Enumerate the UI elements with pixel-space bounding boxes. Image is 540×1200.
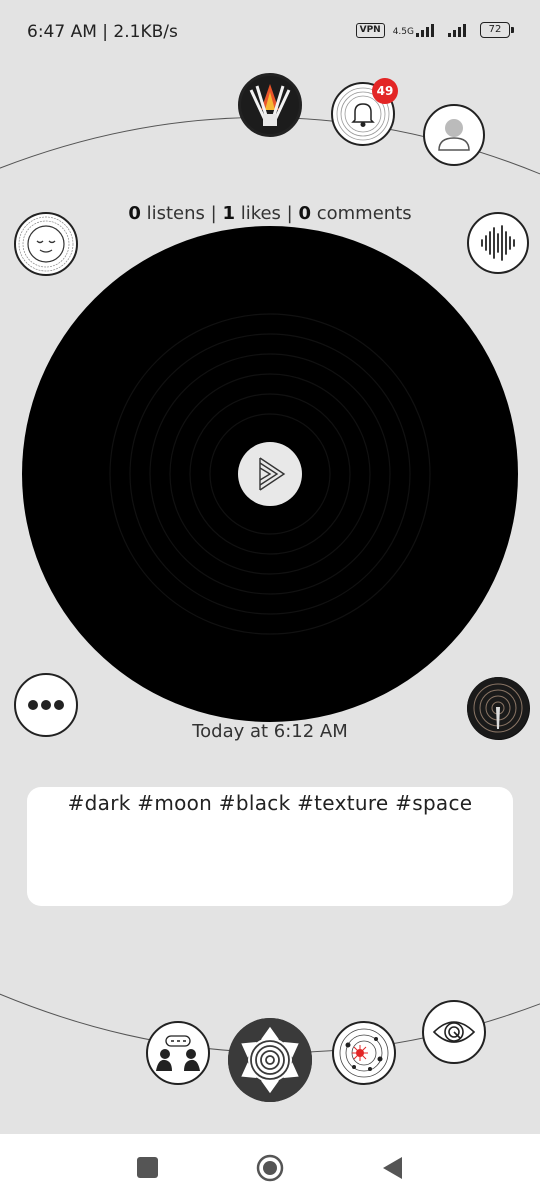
camera-shutter-icon bbox=[228, 1018, 312, 1102]
sleeping-face-icon bbox=[18, 216, 74, 272]
comments-count: 0 bbox=[298, 203, 311, 224]
waveform-button[interactable] bbox=[467, 212, 529, 274]
user-avatar-button[interactable] bbox=[238, 73, 302, 137]
profile-icon bbox=[438, 119, 470, 151]
mood-button[interactable] bbox=[14, 212, 78, 276]
profile-button[interactable] bbox=[423, 104, 485, 166]
listens-label: listens | bbox=[146, 203, 217, 224]
notification-badge: 49 bbox=[372, 78, 398, 104]
eye-icon bbox=[432, 1021, 476, 1043]
play-button[interactable] bbox=[238, 442, 302, 506]
likes-count: 1 bbox=[222, 203, 235, 224]
more-dots-icon bbox=[28, 700, 64, 710]
post-timestamp: Today at 6:12 AM bbox=[192, 721, 348, 742]
post-tags[interactable]: #dark #moon #black #texture #space bbox=[27, 791, 513, 815]
system-nav-bar bbox=[0, 1134, 540, 1200]
view-button[interactable] bbox=[422, 1000, 486, 1064]
people-talking-icon bbox=[156, 1035, 200, 1071]
waveform-icon bbox=[481, 225, 515, 261]
recent-apps-button[interactable] bbox=[137, 1157, 158, 1178]
likes-label: likes | bbox=[240, 203, 293, 224]
map-button[interactable] bbox=[332, 1021, 396, 1085]
listens-count: 0 bbox=[128, 203, 141, 224]
cosmic-map-icon bbox=[339, 1028, 389, 1078]
conversation-button[interactable] bbox=[146, 1021, 210, 1085]
capture-button[interactable] bbox=[228, 1018, 312, 1102]
play-icon bbox=[259, 457, 286, 491]
comments-label: comments bbox=[316, 203, 412, 224]
avatar-icon bbox=[241, 76, 299, 134]
track-stats: 0 listens | 1 likes | 0 comments bbox=[0, 203, 540, 224]
home-button[interactable] bbox=[255, 1153, 285, 1183]
back-button[interactable] bbox=[380, 1155, 404, 1181]
